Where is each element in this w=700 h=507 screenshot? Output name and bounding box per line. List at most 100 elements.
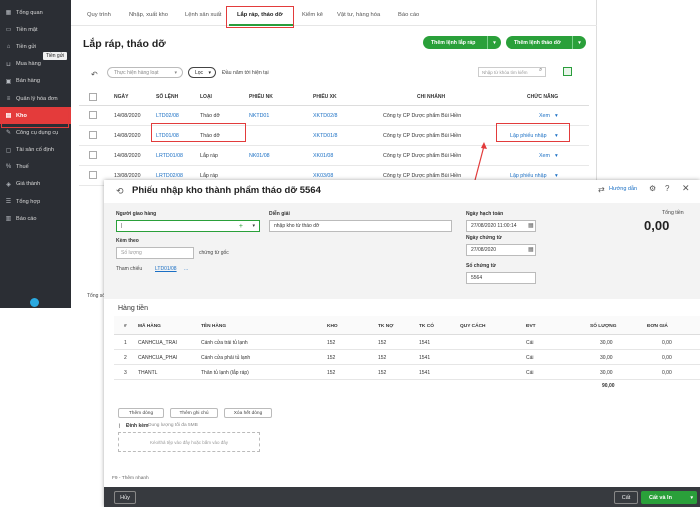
cancel-button[interactable]: Hủy <box>114 491 136 504</box>
sidebar-item-tax[interactable]: % Thuế <box>0 159 71 176</box>
line-store[interactable]: 152 <box>327 340 335 346</box>
add-assembly-button[interactable]: Thêm lệnh lắp ráp ▾ <box>423 36 501 49</box>
guide-link[interactable]: Hướng dẫn <box>609 186 637 192</box>
sidebar-item-cost[interactable]: ◈ Giá thành <box>0 176 71 193</box>
save-button[interactable]: Cất <box>614 491 638 504</box>
cell-import-link[interactable]: NK01/08 <box>249 153 270 159</box>
line-code[interactable]: CANHCUA_PHAI <box>138 355 177 361</box>
line-qty[interactable]: 30,00 <box>600 370 613 376</box>
line-store[interactable]: 152 <box>327 355 335 361</box>
bulk-action-dropdown[interactable]: Thực hiện hàng loạt ▾ <box>107 67 183 78</box>
close-icon[interactable]: ✕ <box>682 183 690 194</box>
doc-date-input[interactable]: 27/08/2020 <box>466 244 536 256</box>
line-unit[interactable]: Cái <box>526 340 534 346</box>
tab-report[interactable]: Báo cáo <box>398 12 419 18</box>
grid-view-icon[interactable] <box>563 67 572 76</box>
row-checkbox[interactable] <box>89 131 97 139</box>
row-checkbox[interactable] <box>89 151 97 159</box>
line-name[interactable]: Thân tủ lạnh (lắp ráp) <box>201 370 249 376</box>
sidebar-item-cash[interactable]: ▭ Tiền mặt <box>0 21 71 38</box>
sidebar-item-warehouse[interactable]: ▤ Kho <box>0 107 71 125</box>
cell-order-link[interactable]: LRTD01/08 <box>156 153 183 159</box>
line-name[interactable]: Cánh cửa phải tủ lạnh <box>201 355 250 361</box>
tab-production-order[interactable]: Lệnh sản xuất <box>185 12 221 18</box>
tab-process[interactable]: Quy trình <box>87 12 111 18</box>
reference-more[interactable]: ... <box>184 266 188 272</box>
undo-icon[interactable]: ↶ <box>91 70 98 79</box>
add-line-button[interactable]: Thêm dòng <box>118 408 164 418</box>
line-code[interactable]: THANTL <box>138 370 157 376</box>
select-all-checkbox[interactable] <box>89 93 97 101</box>
add-icon[interactable]: + <box>239 223 243 230</box>
line-store[interactable]: 152 <box>327 370 335 376</box>
calendar-icon[interactable]: ▦ <box>528 222 534 229</box>
sidebar-item-summary[interactable]: ☰ Tổng hợp <box>0 193 71 210</box>
chevron-down-icon[interactable]: ▾ <box>555 133 558 139</box>
tab-import-export[interactable]: Nhập, xuất kho <box>129 12 168 18</box>
sidebar-item-invoice[interactable]: ≡ Quản lý hóa đơn <box>0 90 71 107</box>
cell-export-link[interactable]: XKTD01/8 <box>313 133 337 139</box>
line-unit[interactable]: Cái <box>526 370 534 376</box>
line-price[interactable]: 0,00 <box>662 355 672 361</box>
file-drop-zone[interactable]: Kéo/thả tệp vào đây hoặc bấm vào đây <box>118 432 260 452</box>
description-input[interactable]: nhập kho từ tháo dỡ <box>269 220 452 232</box>
attach-quantity-input[interactable]: Số lượng <box>116 247 194 259</box>
line-unit[interactable]: Cái <box>526 355 534 361</box>
collapse-toggle-icon[interactable] <box>30 298 39 307</box>
line-code[interactable]: CANHCUA_TRAI <box>138 340 177 346</box>
chevron-down-icon[interactable]: ▾ <box>252 223 255 229</box>
view-action-link[interactable]: Xem <box>539 113 550 119</box>
add-disassembly-button[interactable]: Thêm lệnh tháo dỡ ▾ <box>506 36 586 49</box>
sidebar-item-assets[interactable]: ▢ Tài sản cố định <box>0 142 71 159</box>
filter-button[interactable]: Lọc ▾ <box>188 67 216 78</box>
calendar-icon[interactable]: ▦ <box>528 246 534 253</box>
line-credit[interactable]: 1541 <box>419 340 430 346</box>
line-qty[interactable]: 30,00 <box>600 355 613 361</box>
chevron-down-icon[interactable]: ▾ <box>555 113 558 119</box>
table-row[interactable]: 14/08/2020 LRTD01/08 Lắp ráp NK01/08 XK0… <box>79 146 589 166</box>
search-icon[interactable]: ⌕ <box>539 67 542 74</box>
add-note-button[interactable]: Thêm ghi chú <box>170 408 218 418</box>
search-input[interactable]: Nhập từ khóa tìm kiếm <box>478 67 546 77</box>
posting-date-input[interactable]: 27/08/2020 11:00:14 <box>466 220 536 232</box>
chevron-down-icon[interactable]: ▾ <box>572 36 586 49</box>
cell-order-link[interactable]: LTD02/08 <box>156 113 179 119</box>
settings-icon[interactable]: ⚙ <box>649 184 656 193</box>
table-row[interactable]: 14/08/2020 LTD02/08 Tháo dỡ NKTD01 XKTD0… <box>79 106 589 126</box>
table-row[interactable]: 14/08/2020 LTD01/08 Tháo dỡ XKTD01/8 Côn… <box>79 126 589 146</box>
cell-export-link[interactable]: XKTD02/8 <box>313 113 337 119</box>
chevron-down-icon[interactable]: ▾ <box>555 153 558 159</box>
row-checkbox[interactable] <box>89 111 97 119</box>
create-receipt-link[interactable]: Lập phiếu nhập <box>510 173 547 179</box>
cell-order-link[interactable]: LTD01/08 <box>156 133 179 139</box>
line-debit[interactable]: 152 <box>378 340 386 346</box>
tab-assembly[interactable]: Lắp ráp, tháo dỡ <box>237 12 283 18</box>
line-name[interactable]: Cánh cửa trái tủ lạnh <box>201 340 248 346</box>
sidebar-item-report[interactable]: ▥ Báo cáo <box>0 210 71 227</box>
sidebar-item-tools[interactable]: ✎ Công cụ dụng cụ <box>0 124 71 141</box>
delete-all-lines-button[interactable]: Xóa hết dòng <box>224 408 272 418</box>
history-icon[interactable]: ⟲ <box>116 186 124 197</box>
line-credit[interactable]: 1541 <box>419 355 430 361</box>
sidebar-item-sales[interactable]: ▣ Bán hàng <box>0 73 71 90</box>
view-action-link[interactable]: Xem <box>539 153 550 159</box>
help-icon[interactable]: ? <box>665 184 669 193</box>
row-checkbox[interactable] <box>89 171 97 179</box>
chevron-down-icon[interactable]: ▾ <box>487 36 501 49</box>
cell-export-link[interactable]: XK03/08 <box>313 173 333 179</box>
guide-icon[interactable]: ⇄ <box>598 185 605 194</box>
line-debit[interactable]: 152 <box>378 370 386 376</box>
chevron-down-icon[interactable]: ▾ <box>555 173 558 179</box>
line-debit[interactable]: 152 <box>378 355 386 361</box>
reference-link[interactable]: LTD01/08 <box>155 266 177 272</box>
line-row[interactable]: 1 CANHCUA_TRAI Cánh cửa trái tủ lạnh 152… <box>114 335 700 350</box>
sidebar-item-overview[interactable]: ▦ Tổng quan <box>0 4 71 21</box>
line-credit[interactable]: 1541 <box>419 370 430 376</box>
cell-import-link[interactable]: NKTD01 <box>249 113 269 119</box>
tab-materials[interactable]: Vật tư, hàng hóa <box>337 12 380 18</box>
save-and-print-button[interactable]: Cất và In ▾ <box>641 491 697 504</box>
deliverer-input[interactable]: | + ▾ <box>116 220 260 232</box>
line-price[interactable]: 0,00 <box>662 370 672 376</box>
cell-export-link[interactable]: XK01/08 <box>313 153 333 159</box>
chevron-down-icon[interactable]: ▾ <box>690 495 693 501</box>
